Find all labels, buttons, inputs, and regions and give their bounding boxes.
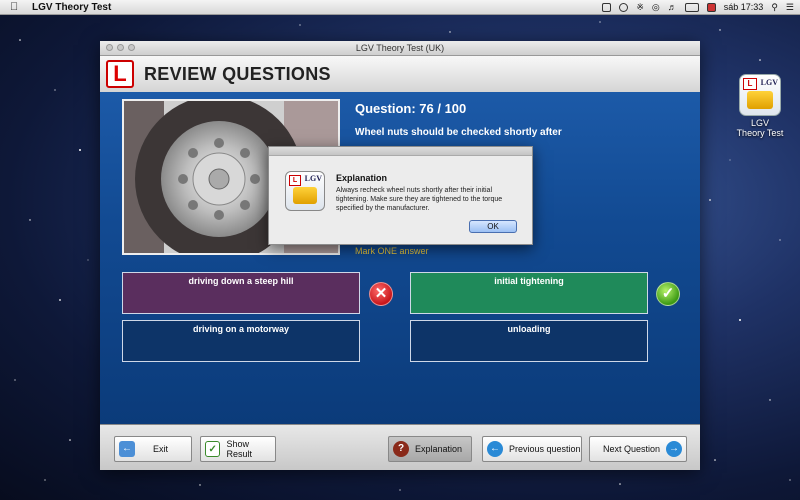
answer-option-3[interactable]: driving on a motorway — [122, 320, 360, 362]
menu-bar:  LGV Theory Test ※ ◎ ♬ sáb 17:33 ⚲ ☰ — [0, 0, 800, 15]
truck-icon — [293, 187, 317, 204]
question-panel: Question: 76 / 100 Wheel nuts should be … — [100, 92, 700, 424]
wifi-icon[interactable]: ◎ — [652, 2, 660, 13]
minimize-window-button[interactable] — [117, 44, 124, 51]
question-number: Question: 76 / 100 — [355, 101, 467, 116]
close-window-button[interactable] — [106, 44, 113, 51]
window-titlebar[interactable]: LGV Theory Test (UK) — [100, 41, 700, 56]
answer-option-4[interactable]: unloading — [410, 320, 648, 362]
time-machine-icon[interactable] — [619, 2, 629, 12]
dialog-title: Explanation — [336, 173, 388, 183]
explanation-label: Explanation — [415, 444, 463, 454]
arrow-left-icon: ← — [487, 441, 503, 457]
bottom-toolbar: ← Exit ✓ Show Result ? Explanation ← Pre… — [100, 424, 700, 470]
battery-icon[interactable] — [684, 2, 699, 12]
status-app-icon[interactable] — [602, 2, 612, 12]
exit-icon: ← — [119, 441, 135, 457]
lgv-app-icon: L LGV — [739, 74, 781, 116]
zoom-window-button[interactable] — [128, 44, 135, 51]
dialog-message: Always recheck wheel nuts shortly after … — [336, 187, 503, 212]
correct-answer-icon: ✓ — [656, 282, 680, 306]
arrow-right-icon: → — [666, 441, 682, 457]
wrong-answer-icon: ✕ — [369, 282, 393, 306]
page-title: REVIEW QUESTIONS — [144, 64, 331, 84]
window-controls — [106, 44, 135, 51]
answer-instruction: Mark ONE answer — [355, 246, 429, 256]
show-result-label: Show Result — [226, 439, 252, 459]
desktop-icon-badge: LGV — [760, 78, 778, 87]
checkbox-icon: ✓ — [205, 441, 221, 457]
answer-option-3-label: driving on a motorway — [192, 324, 289, 334]
review-header: L REVIEW QUESTIONS — [100, 56, 700, 93]
question-text: Wheel nuts should be checked shortly aft… — [355, 127, 562, 138]
window-title: LGV Theory Test (UK) — [355, 43, 445, 53]
lgv-app-icon: L LGV — [285, 171, 325, 211]
l-plate-logo: L — [106, 60, 134, 88]
answer-option-1-label: driving down a steep hill — [188, 276, 294, 286]
exit-label: Exit — [153, 444, 169, 454]
spotlight-icon[interactable]: ⚲ — [771, 2, 778, 13]
next-question-button[interactable]: Next Question → — [589, 436, 687, 462]
menu-extras: ※ ◎ ♬ sáb 17:33 ⚲ ☰ — [602, 0, 794, 14]
show-result-button[interactable]: ✓ Show Result — [200, 436, 276, 462]
explanation-dialog: L LGV Explanation Always recheck wheel n… — [268, 146, 533, 245]
dialog-icon-badge: LGV — [304, 174, 322, 183]
answer-option-2-label: initial tightening — [494, 276, 564, 286]
app-window: LGV Theory Test (UK) L REVIEW QUESTIONS — [100, 41, 700, 470]
explanation-button[interactable]: ? Explanation — [388, 436, 472, 462]
desktop-app-label: LGV Theory Test — [736, 118, 784, 138]
previous-question-button[interactable]: ← Previous question — [482, 436, 582, 462]
dialog-titlebar[interactable] — [269, 147, 532, 156]
exit-button[interactable]: ← Exit — [114, 436, 192, 462]
answer-option-2[interactable]: initial tightening — [410, 272, 648, 314]
next-question-label: Next Question — [602, 444, 660, 454]
help-icon: ? — [393, 441, 409, 457]
truck-icon — [747, 91, 773, 109]
menu-clock[interactable]: sáb 17:33 — [724, 2, 764, 12]
previous-question-label: Previous question — [509, 444, 581, 454]
apple-icon[interactable]:  — [10, 2, 20, 13]
answer-option-1[interactable]: driving down a steep hill — [122, 272, 360, 314]
bluetooth-icon[interactable]: ※ — [636, 2, 644, 13]
answer-option-4-label: unloading — [507, 324, 551, 334]
notification-list-icon[interactable]: ☰ — [786, 2, 794, 13]
flag-icon[interactable] — [706, 2, 716, 12]
ok-button[interactable]: OK — [469, 220, 517, 233]
menu-app-name[interactable]: LGV Theory Test — [32, 2, 111, 13]
desktop-app-icon[interactable]: L LGV LGV Theory Test — [736, 74, 784, 138]
volume-icon[interactable]: ♬ — [668, 2, 677, 12]
